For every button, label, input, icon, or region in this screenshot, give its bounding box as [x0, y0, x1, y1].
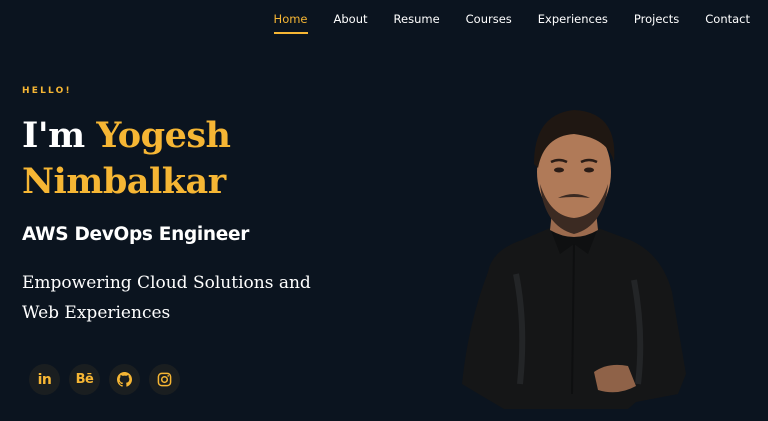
main-nav: Home About Resume Courses Experiences Pr…	[273, 0, 750, 44]
behance-link[interactable]: Bē	[69, 364, 100, 395]
first-name: Yogesh	[96, 115, 231, 156]
tagline-line-1: Empowering Cloud Solutions and	[22, 273, 311, 293]
job-role: AWS DevOps Engineer	[22, 224, 250, 245]
nav-item-contact[interactable]: Contact	[705, 14, 750, 30]
instagram-icon	[157, 372, 172, 387]
nav-item-projects[interactable]: Projects	[634, 14, 679, 30]
social-links: in Bē	[29, 364, 180, 395]
nav-item-home[interactable]: Home	[273, 14, 308, 34]
linkedin-icon: in	[37, 371, 52, 388]
greeting: HELLO!	[22, 86, 72, 96]
github-link[interactable]	[109, 364, 140, 395]
linkedin-link[interactable]: in	[29, 364, 60, 395]
nav-item-resume[interactable]: Resume	[394, 14, 440, 30]
nav-item-courses[interactable]: Courses	[466, 14, 512, 30]
name-prefix: I'm	[22, 115, 85, 156]
instagram-link[interactable]	[149, 364, 180, 395]
tagline-line-2: Web Experiences	[22, 303, 171, 323]
behance-icon: Bē	[75, 372, 94, 387]
profile-photo	[462, 110, 686, 409]
hero-title: I'm Yogesh Nimbalkar	[22, 113, 382, 205]
nav-item-experiences[interactable]: Experiences	[538, 14, 608, 30]
github-icon	[117, 372, 132, 387]
hero-section: HELLO! I'm Yogesh Nimbalkar AWS DevOps E…	[22, 86, 382, 328]
last-name: Nimbalkar	[22, 161, 226, 202]
nav-item-about[interactable]: About	[334, 14, 368, 30]
tagline: Empowering Cloud Solutions and Web Exper…	[22, 268, 352, 328]
